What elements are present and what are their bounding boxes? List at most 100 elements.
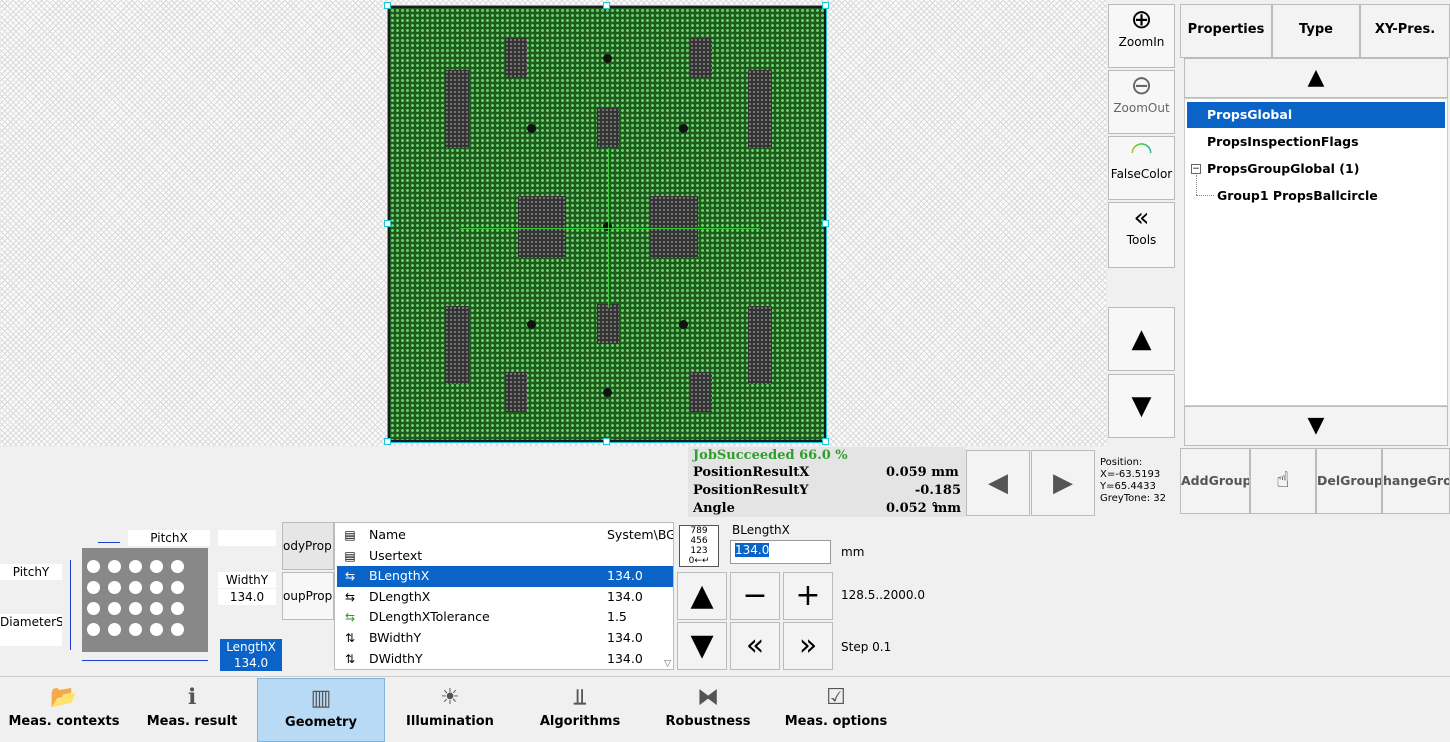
tab-meas-options[interactable]: ☑ Meas. options [784,678,888,742]
tab-group-props[interactable]: oupProp [282,572,334,620]
info-icon: ℹ [187,685,197,710]
property-row[interactable]: ⇅ BWidthY 134.0 [337,628,673,649]
pitch-y-label: PitchY [0,564,62,580]
plus-icon: + [795,578,821,613]
property-tree[interactable]: PropsGlobal PropsInspectionFlags − Props… [1184,98,1448,406]
result-row: PositionResultY -0.185 mm [693,482,961,516]
light-icon: ☀ [440,685,460,710]
double-chevron-left-icon: « [745,628,765,663]
job-status: JobSucceeded 66.0 % [693,448,848,463]
range-label: 128.5..2000.0 [841,588,925,602]
increase-button[interactable]: ▲ [677,572,727,620]
rainbow-icon: ◠ [1109,137,1174,167]
decrease-button[interactable]: ▼ [677,622,727,670]
selection-frame[interactable] [384,2,829,445]
value-input[interactable]: 134.0 [730,540,831,564]
sliders-icon: ⫫ [573,685,587,710]
property-row[interactable]: ⇆ DLengthXTolerance 1.5 [337,607,673,628]
false-color-button[interactable]: ◠ FalseColor [1108,136,1175,200]
horizontal-dimension-icon: ⇆ [344,569,356,584]
tree-scroll-down-button[interactable]: ▼ [1184,406,1448,446]
tree-item-props-inspection-flags[interactable]: PropsInspectionFlags [1187,129,1359,155]
double-chevron-right-icon: » [798,628,818,663]
increment-button[interactable]: + [783,572,833,620]
width-y-label: WidthY [218,572,276,588]
tab-robustness[interactable]: ⧓ Robustness [656,678,760,742]
pitch-x-label: PitchX [128,530,210,546]
param-name: BLengthX [732,523,790,537]
result-label: Angle [693,501,735,516]
hand-cursor-button[interactable]: ☝ [1250,448,1316,514]
chevron-down-icon[interactable]: ▽ [664,659,671,669]
result-label: PositionResultX [693,465,810,480]
tab-meas-result[interactable]: ℹ Meas. result [136,678,248,742]
triangle-up-icon: ▲ [1131,324,1152,354]
result-row: PositionResultX 0.059 mm [693,464,961,482]
fast-increment-button[interactable]: » [783,622,833,670]
result-row: Angle 0.052 ° [693,500,961,518]
result-value: 0.052 ° [886,501,938,516]
doc-icon: ▤ [344,528,356,542]
scroll-up-button[interactable]: ▲ [1108,307,1175,371]
triangle-down-icon: ▼ [1131,391,1152,421]
fast-decrement-button[interactable]: « [730,622,780,670]
keypad-button[interactable]: 789 456 123 0←↵ [679,525,719,567]
property-row[interactable]: ▤ Name System\BGA [337,525,673,546]
length-x-label: LengthX [220,639,282,655]
hand-icon: ☝ [1276,468,1290,493]
tab-geometry[interactable]: ▥ Geometry [257,678,385,742]
tree-item-group1-props-ballcircle[interactable]: Group1 PropsBallcircle [1197,183,1378,209]
result-label: PositionResultY [693,483,809,498]
ball-grid-illustration [82,548,208,652]
tree-item-props-global[interactable]: PropsGlobal [1187,102,1445,128]
result-value: 0.059 mm [886,465,959,480]
horizontal-dimension-icon: ⇆ [344,589,356,604]
property-list[interactable]: ▤ Name System\BGA ▤ Usertext ⇆ BLengthX … [334,522,674,670]
zoom-out-button[interactable]: ⊖ ZoomOut [1108,70,1175,134]
checklist-icon: ☑ [826,685,846,710]
property-row-selected[interactable]: ⇆ BLengthX 134.0 [337,566,673,587]
tab-illumination[interactable]: ☀ Illumination [396,678,504,742]
position-readout: Position: X=-63.5193 Y=65.4433 GreyTone:… [1100,457,1167,504]
property-row[interactable]: ⇅ DWidthY 134.0 [337,649,673,669]
results-panel: JobSucceeded 66.0 % PositionResultX 0.05… [688,447,966,517]
keypad-icon: 789 456 123 0←↵ [688,526,710,566]
step-label: Step 0.1 [841,640,892,654]
property-row[interactable]: ⇆ DLengthX 134.0 [337,587,673,608]
triangle-up-icon: ▲ [690,578,714,613]
add-group-button[interactable]: AddGroup [1180,448,1250,514]
next-button[interactable]: ▶ [1031,450,1095,516]
double-chevron-left-icon: « [1133,203,1150,233]
unit-label: mm [841,545,865,559]
horizontal-tolerance-icon: ⇆ [344,610,356,625]
geometry-icon: ▥ [310,686,332,711]
scroll-down-button[interactable]: ▼ [1108,374,1175,438]
triangle-down-icon: ▼ [1307,413,1325,438]
width-y-value: 134.0 [218,589,276,605]
tree-scroll-up-button[interactable]: ▲ [1184,58,1448,98]
del-group-button[interactable]: DelGroup [1316,448,1382,514]
doc-icon: ▤ [344,548,356,563]
vertical-dimension-icon: ⇅ [344,651,356,666]
tools-button[interactable]: « Tools [1108,202,1175,268]
tree-item-props-group-global[interactable]: PropsGroupGlobal (1) [1187,156,1359,182]
triangle-left-icon: ◀ [988,468,1008,498]
geometry-diagram: PitchX PitchY DiameterS WidthY 134.0 Len… [0,522,282,672]
vertical-dimension-icon: ⇅ [344,631,356,645]
tab-body-props[interactable]: odyProp [282,522,334,570]
diameter-label: DiameterS [0,614,62,630]
decrement-button[interactable]: − [730,572,780,620]
tab-properties[interactable]: Properties [1180,4,1272,58]
folder-icon: 📂 [50,685,78,710]
tab-meas-contexts[interactable]: 📂 Meas. contexts [8,678,120,742]
change-group-button[interactable]: hangeGrou [1382,448,1450,514]
zoom-in-icon: ⊕ [1130,5,1153,35]
length-x-value: 134.0 [220,655,282,671]
previous-button[interactable]: ◀ [966,450,1030,516]
property-row[interactable]: ▤ Usertext [337,546,673,567]
tab-type[interactable]: Type [1272,4,1360,58]
triangle-down-icon: ▼ [690,628,714,663]
tab-xy-pres[interactable]: XY-Pres. [1360,4,1450,58]
zoom-in-button[interactable]: ⊕ ZoomIn [1108,4,1175,68]
tab-algorithms[interactable]: ⫫ Algorithms [526,678,634,742]
